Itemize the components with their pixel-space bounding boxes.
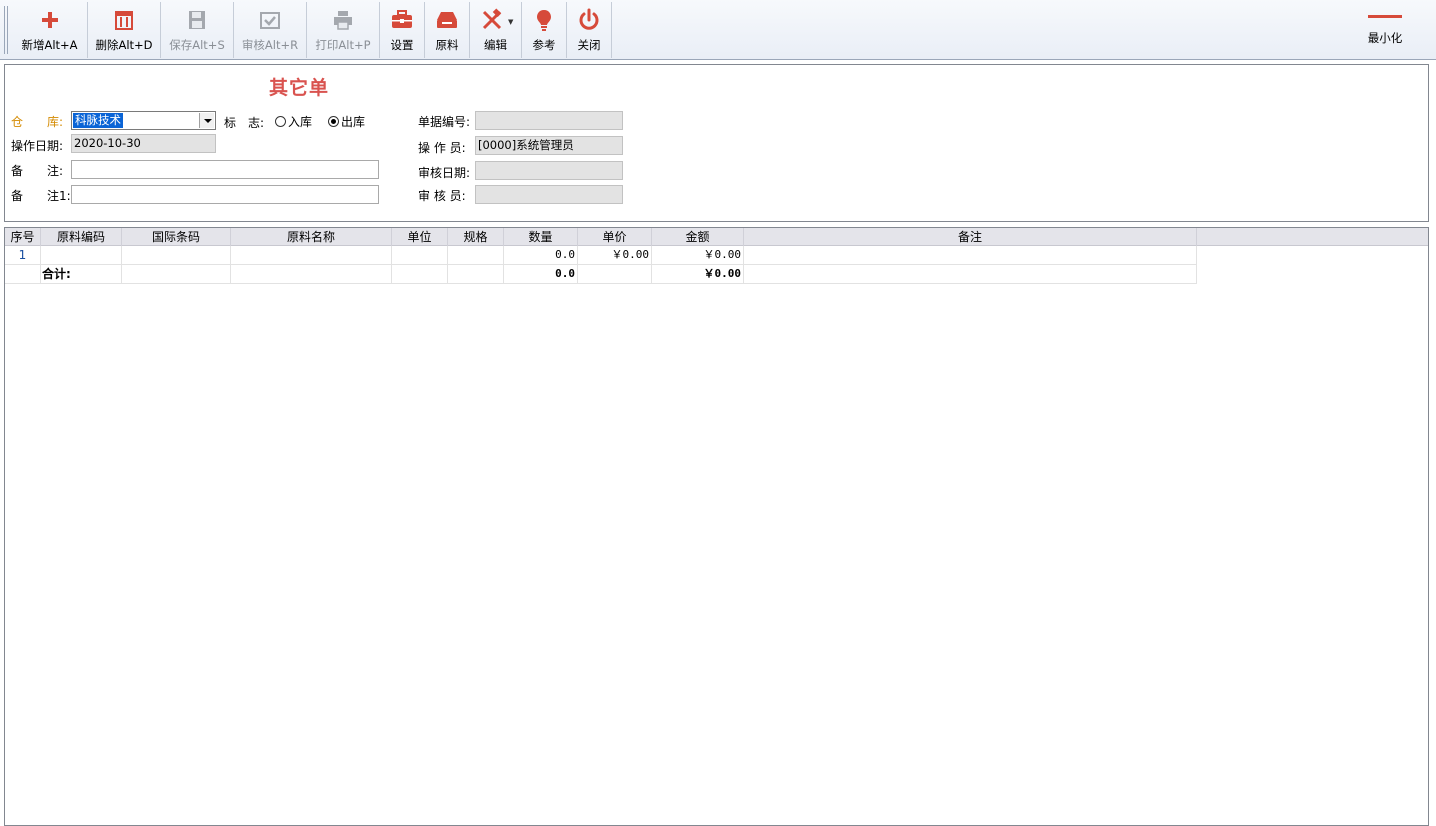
total-unit-blank — [392, 265, 448, 284]
row-code[interactable] — [41, 246, 122, 265]
auditor-label: 审 核 员: — [418, 189, 466, 203]
chevron-down-icon[interactable] — [199, 113, 214, 128]
flag-in-label: 入库 — [288, 115, 313, 129]
approve-button-label: 审核Alt+R — [241, 38, 299, 52]
add-button[interactable]: 新增Alt+A — [12, 2, 88, 58]
col-header-no[interactable]: 序号 — [5, 228, 41, 246]
total-spec-blank — [448, 265, 504, 284]
minimize-label: 最小化 — [1367, 31, 1403, 45]
col-header-remark[interactable]: 备注 — [744, 228, 1197, 246]
flag-out-radio[interactable]: 出库 — [328, 113, 365, 130]
print-button[interactable]: 打印Alt+P — [307, 2, 380, 58]
row-unit[interactable] — [392, 246, 448, 265]
settings-button-label: 设置 — [390, 38, 414, 52]
operator-field[interactable]: [0000]系统管理员 — [475, 136, 623, 155]
total-price-blank — [578, 265, 652, 284]
doc-no-label: 单据编号: — [418, 115, 471, 129]
delete-button-label: 删除Alt+D — [95, 38, 153, 52]
row-no: 1 — [5, 246, 41, 265]
minimize-button[interactable]: 最小化 — [1362, 8, 1408, 48]
power-icon — [579, 8, 599, 30]
warehouse-select[interactable]: 科脉技术 — [71, 111, 216, 130]
row-name[interactable] — [231, 246, 392, 265]
delete-button[interactable]: 删除Alt+D — [88, 2, 161, 58]
op-date-field[interactable]: 2020-10-30 — [71, 134, 216, 153]
total-qty: 0.0 — [504, 265, 578, 284]
flag-in-radio[interactable]: 入库 — [275, 113, 312, 130]
material-button-label: 原料 — [435, 38, 459, 52]
toolbox-icon — [392, 10, 412, 28]
row-barcode[interactable] — [122, 246, 231, 265]
col-header-price[interactable]: 单价 — [578, 228, 652, 246]
total-label: 合计: — [41, 265, 122, 284]
auditor-field[interactable] — [475, 185, 623, 204]
edit-button-label: 编辑 — [484, 38, 507, 52]
col-header-amount[interactable]: 金额 — [652, 228, 744, 246]
reference-button[interactable]: 参考 — [522, 2, 567, 58]
col-header-name[interactable]: 原料名称 — [231, 228, 392, 246]
page-title: 其它单 — [269, 77, 330, 99]
col-header-spec[interactable]: 规格 — [448, 228, 504, 246]
approve-icon — [260, 12, 280, 29]
total-remark-blank — [744, 265, 1197, 284]
radio-selected-icon — [328, 116, 339, 127]
remark1-field[interactable] — [71, 185, 379, 204]
col-header-unit[interactable]: 单位 — [392, 228, 448, 246]
audit-date-label: 审核日期: — [418, 166, 471, 180]
settings-button[interactable]: 设置 — [380, 2, 425, 58]
minimize-icon — [1368, 15, 1402, 18]
row-spec[interactable] — [448, 246, 504, 265]
reference-button-label: 参考 — [532, 38, 556, 52]
col-header-qty[interactable]: 数量 — [504, 228, 578, 246]
remark-field[interactable] — [71, 160, 379, 179]
row-remark[interactable] — [744, 246, 1197, 265]
save-button-label: 保存Alt+S — [169, 38, 225, 52]
flag-out-label: 出库 — [341, 115, 366, 129]
row-amount[interactable]: ￥0.00 — [652, 246, 744, 265]
radio-icon — [275, 116, 286, 127]
save-icon — [189, 11, 205, 29]
toolbar-grip[interactable] — [4, 6, 8, 54]
toolbar: 新增Alt+A 删除Alt+D 保存Alt+S 审核Alt+R 打印Alt+P — [0, 0, 1436, 60]
doc-no-field[interactable] — [475, 111, 623, 130]
trash-icon — [115, 11, 133, 30]
print-button-label: 打印Alt+P — [315, 38, 371, 52]
close-button-label: 关闭 — [577, 38, 601, 52]
save-button[interactable]: 保存Alt+S — [161, 2, 234, 58]
remark-label: 备 注: — [11, 164, 64, 178]
tray-icon — [437, 12, 457, 28]
close-button[interactable]: 关闭 — [567, 2, 612, 58]
remark1-label: 备 注1: — [11, 189, 71, 203]
total-amount: ￥0.00 — [652, 265, 744, 284]
edit-tools-icon — [482, 8, 501, 30]
printer-icon — [334, 11, 352, 30]
lightbulb-icon — [537, 10, 551, 31]
add-button-label: 新增Alt+A — [21, 38, 78, 52]
audit-date-field[interactable] — [475, 161, 623, 180]
flag-label: 标 志: — [224, 116, 265, 130]
total-blank — [5, 265, 41, 284]
col-header-code[interactable]: 原料编码 — [41, 228, 122, 246]
row-price[interactable]: ￥0.00 — [578, 246, 652, 265]
col-header-barcode[interactable]: 国际条码 — [122, 228, 231, 246]
total-name-blank — [231, 265, 392, 284]
warehouse-value: 科脉技术 — [73, 113, 123, 128]
edit-button[interactable]: ▼ 编辑 — [470, 2, 522, 58]
total-barcode-blank — [122, 265, 231, 284]
operator-label: 操 作 员: — [418, 141, 466, 155]
op-date-label: 操作日期: — [11, 139, 64, 153]
edit-dropdown-icon[interactable]: ▼ — [508, 18, 513, 26]
document-header-panel: 其它单 仓 库: 科脉技术 标 志: 入库 出库 操作日期: 2020-10-3… — [4, 64, 1429, 222]
grid-header: 序号 原料编码 国际条码 原料名称 单位 规格 数量 单价 金额 备注 — [5, 228, 1428, 246]
row-qty[interactable]: 0.0 — [504, 246, 578, 265]
plus-icon — [41, 12, 58, 28]
material-button[interactable]: 原料 — [425, 2, 470, 58]
warehouse-label: 仓 库: — [11, 115, 64, 129]
detail-grid[interactable]: 序号 原料编码 国际条码 原料名称 单位 规格 数量 单价 金额 备注 1 0.… — [4, 227, 1429, 826]
approve-button[interactable]: 审核Alt+R — [234, 2, 307, 58]
